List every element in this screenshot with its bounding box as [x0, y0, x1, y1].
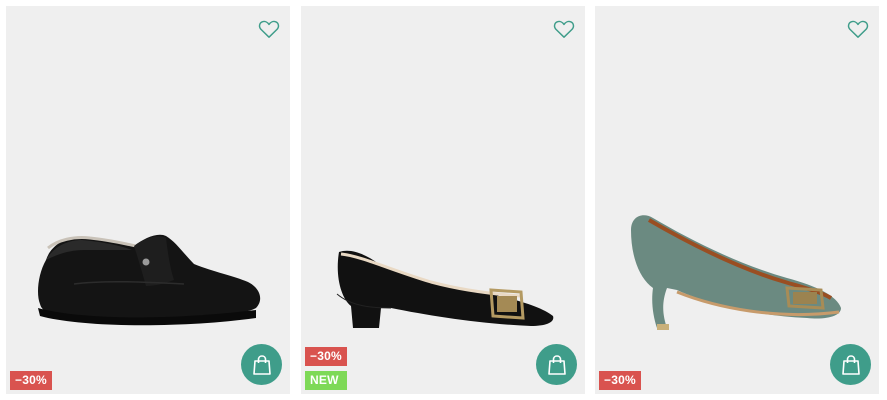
new-badge: NEW [305, 371, 347, 390]
product-image[interactable] [34, 224, 262, 330]
product-image[interactable] [331, 246, 559, 332]
heart-icon [553, 20, 575, 38]
product-image[interactable] [627, 212, 847, 332]
heart-icon [258, 20, 280, 38]
badge-group: −30% [599, 371, 641, 390]
add-to-cart-button[interactable] [241, 344, 282, 385]
product-card[interactable]: −30% NEW [301, 6, 585, 394]
add-to-cart-button[interactable] [536, 344, 577, 385]
discount-badge: −30% [599, 371, 641, 390]
shopping-bag-icon [252, 354, 271, 375]
favorite-button[interactable] [552, 18, 576, 40]
favorite-button[interactable] [846, 18, 870, 40]
badge-group: −30% [10, 371, 52, 390]
heart-icon [847, 20, 869, 38]
badge-group: −30% NEW [305, 347, 347, 390]
product-card[interactable]: −30% [6, 6, 290, 394]
discount-badge: −30% [305, 347, 347, 366]
shopping-bag-icon [841, 354, 860, 375]
product-card[interactable]: −30% [595, 6, 879, 394]
discount-badge: −30% [10, 371, 52, 390]
favorite-button[interactable] [257, 18, 281, 40]
shopping-bag-icon [547, 354, 566, 375]
add-to-cart-button[interactable] [830, 344, 871, 385]
